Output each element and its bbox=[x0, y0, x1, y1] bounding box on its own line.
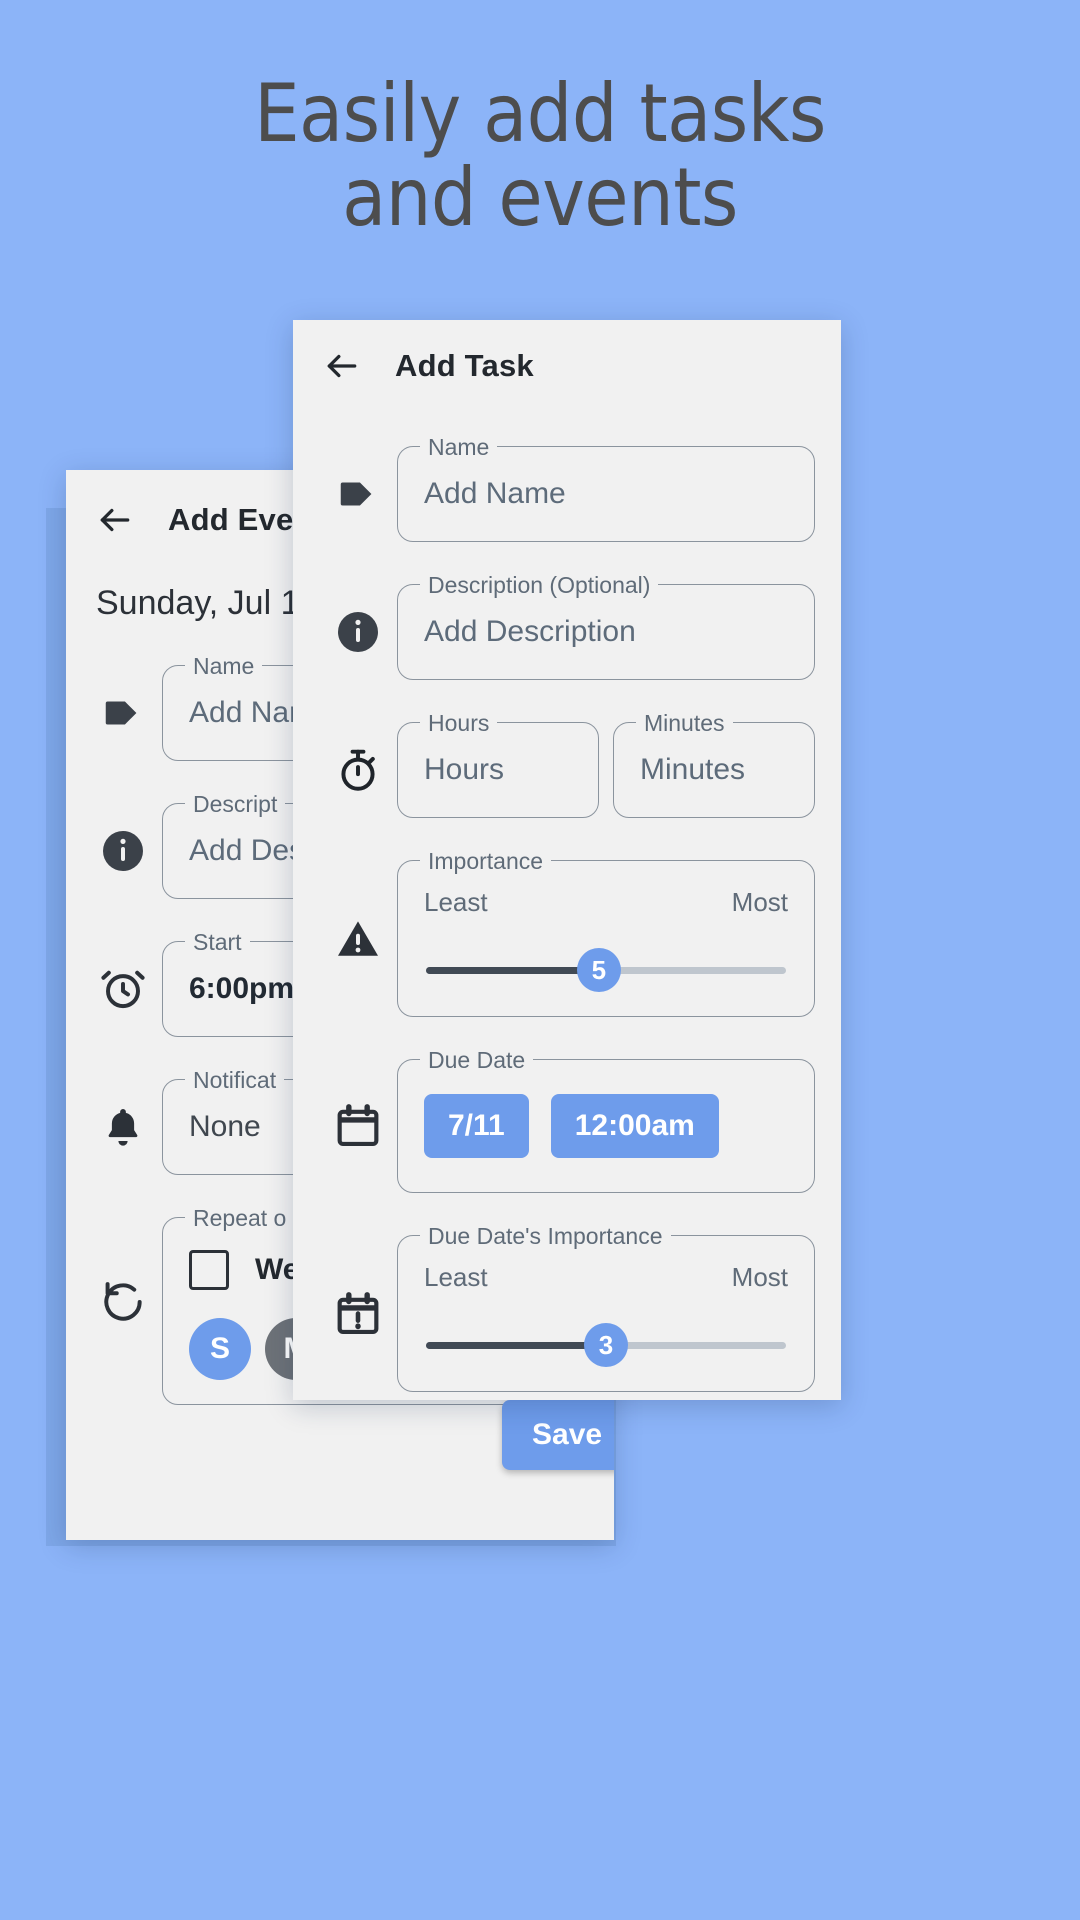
importance-most-label: Most bbox=[731, 887, 788, 917]
task-due-importance-field[interactable]: Due Date's Importance Least Most 3 bbox=[397, 1223, 815, 1392]
task-name-field[interactable]: Name Add Name bbox=[397, 434, 815, 542]
slider-track-active bbox=[426, 1342, 606, 1349]
info-icon bbox=[319, 608, 397, 656]
due-date-chips: 7/11 12:00am bbox=[424, 1094, 788, 1158]
task-minutes-legend: Minutes bbox=[636, 710, 733, 737]
back-arrow-icon[interactable] bbox=[96, 501, 134, 539]
repeat-icon bbox=[84, 1217, 162, 1327]
due-importance-most-label: Most bbox=[731, 1262, 788, 1292]
task-due-importance-range-labels: Least Most bbox=[424, 1262, 788, 1293]
due-importance-least-label: Least bbox=[424, 1262, 488, 1292]
event-repeat-legend: Repeat o bbox=[185, 1205, 295, 1232]
weekly-checkbox[interactable] bbox=[189, 1250, 229, 1290]
info-icon bbox=[84, 827, 162, 875]
task-hours-field[interactable]: Hours Hours bbox=[397, 710, 599, 818]
day-circle-sunday[interactable]: S bbox=[189, 1318, 251, 1380]
task-due-date-row: Due Date 7/11 12:00am bbox=[293, 1047, 841, 1193]
task-importance-slider-thumb[interactable]: 5 bbox=[576, 948, 621, 992]
task-description-field[interactable]: Description (Optional) Add Description bbox=[397, 572, 815, 680]
task-due-date-field[interactable]: Due Date 7/11 12:00am bbox=[397, 1047, 815, 1193]
event-description-legend: Descript bbox=[185, 791, 286, 818]
event-name-value: Add Nar bbox=[189, 696, 300, 729]
event-description-value: Add Des bbox=[189, 834, 305, 867]
task-due-importance-slider-thumb[interactable]: 3 bbox=[584, 1323, 628, 1367]
event-start-legend: Start bbox=[185, 929, 250, 956]
task-importance-legend: Importance bbox=[420, 848, 552, 875]
warning-icon bbox=[319, 915, 397, 963]
task-importance-row: Importance Least Most 5 bbox=[293, 848, 841, 1017]
tag-icon bbox=[319, 471, 397, 517]
task-appbar-title: Add Task bbox=[395, 348, 534, 383]
importance-least-label: Least bbox=[424, 887, 488, 917]
task-importance-field[interactable]: Importance Least Most 5 bbox=[397, 848, 815, 1017]
event-notification-legend: Notificat bbox=[185, 1067, 285, 1094]
task-due-date-legend: Due Date bbox=[420, 1047, 534, 1074]
calendar-icon bbox=[319, 1101, 397, 1151]
slider-track-active bbox=[426, 967, 599, 974]
task-importance-range-labels: Least Most bbox=[424, 887, 788, 918]
event-name-legend: Name bbox=[185, 653, 263, 680]
task-name-row: Name Add Name bbox=[293, 434, 841, 542]
task-due-importance-row: Due Date's Importance Least Most 3 bbox=[293, 1223, 841, 1392]
alarm-clock-icon bbox=[84, 964, 162, 1014]
stopwatch-icon bbox=[319, 745, 397, 795]
event-start-value: 6:00pm bbox=[189, 972, 295, 1005]
task-due-importance-legend: Due Date's Importance bbox=[420, 1223, 671, 1250]
task-name-placeholder: Add Name bbox=[424, 477, 566, 510]
calendar-alert-icon bbox=[319, 1289, 397, 1339]
task-minutes-field[interactable]: Minutes Minutes bbox=[613, 710, 815, 818]
task-due-importance-slider[interactable]: 3 bbox=[426, 1323, 786, 1367]
task-name-legend: Name bbox=[420, 434, 498, 461]
page-title: Easily add tasks and events bbox=[254, 67, 826, 244]
task-appbar: Add Task bbox=[293, 320, 841, 412]
task-importance-slider[interactable]: 5 bbox=[426, 948, 786, 992]
task-hours-placeholder: Hours bbox=[424, 753, 505, 786]
back-arrow-icon[interactable] bbox=[323, 347, 361, 385]
event-save-button[interactable]: Save bbox=[502, 1400, 614, 1470]
event-notification-value: None bbox=[189, 1110, 261, 1143]
bell-icon bbox=[84, 1104, 162, 1150]
task-minutes-placeholder: Minutes bbox=[640, 753, 746, 786]
task-description-placeholder: Add Description bbox=[424, 615, 636, 648]
task-hours-legend: Hours bbox=[420, 710, 498, 737]
task-description-row: Description (Optional) Add Description bbox=[293, 572, 841, 680]
due-time-chip[interactable]: 12:00am bbox=[550, 1094, 719, 1158]
due-date-chip[interactable]: 7/11 bbox=[424, 1094, 529, 1158]
task-description-legend: Description (Optional) bbox=[420, 572, 659, 599]
add-task-card: Add Task Name Add Name Description (Opti… bbox=[293, 320, 841, 1400]
tag-icon bbox=[84, 690, 162, 736]
task-duration-row: Hours Hours Minutes Minutes bbox=[293, 710, 841, 818]
